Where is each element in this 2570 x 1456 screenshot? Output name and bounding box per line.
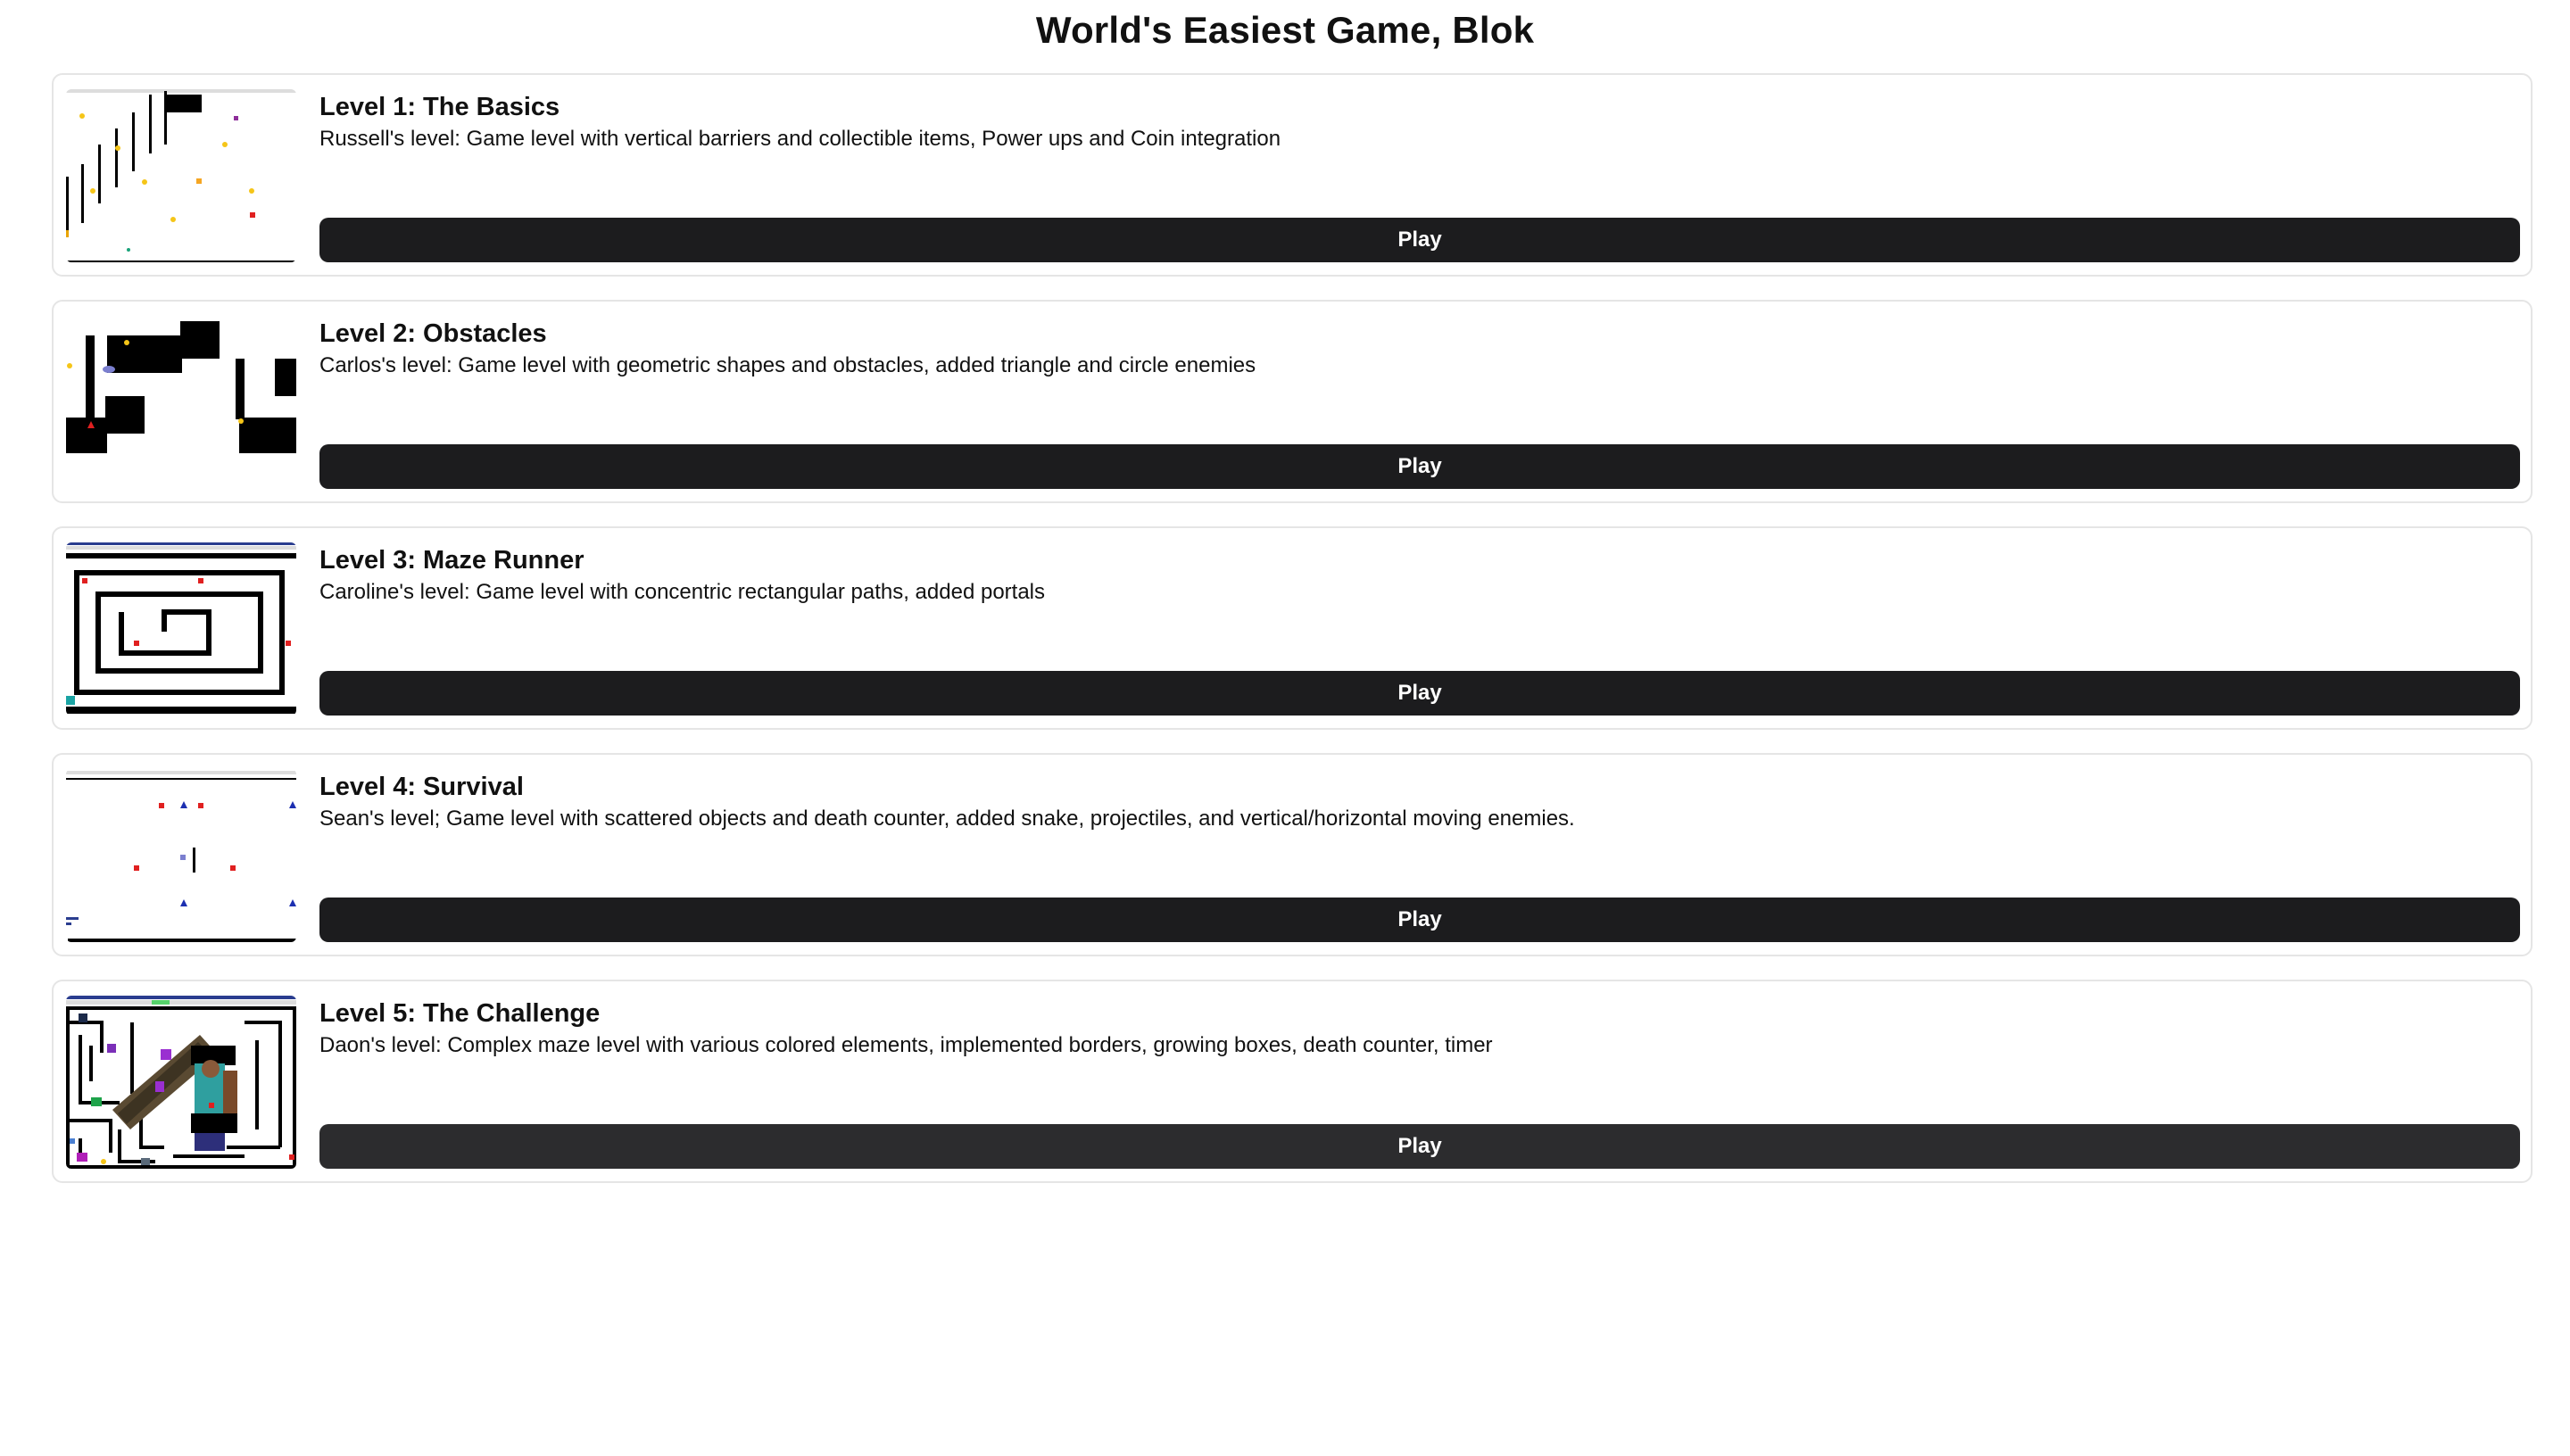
level-card-1: Level 1: The Basics Russell's level: Gam… <box>52 73 2533 277</box>
level-5-preview-image <box>66 996 296 1169</box>
level-5-play-button[interactable]: Play <box>319 1124 2520 1169</box>
level-4-description: Sean's level; Game level with scattered … <box>319 807 1575 831</box>
level-card-2: Level 2: Obstacles Carlos's level: Game … <box>52 300 2533 503</box>
level-3-thumbnail <box>66 542 296 716</box>
level-4-play-button[interactable]: Play <box>319 898 2520 942</box>
level-2-preview-image <box>66 316 296 489</box>
level-3-title: Level 3: Maze Runner <box>319 546 584 575</box>
level-2-thumbnail <box>66 316 296 489</box>
level-list: Level 1: The Basics Russell's level: Gam… <box>52 73 2533 1206</box>
level-1-play-button[interactable]: Play <box>319 218 2520 262</box>
level-4-title: Level 4: Survival <box>319 773 524 801</box>
level-1-thumbnail <box>66 89 296 262</box>
level-2-play-button[interactable]: Play <box>319 444 2520 489</box>
level-card-3: Level 3: Maze Runner Caroline's level: G… <box>52 526 2533 730</box>
level-2-title: Level 2: Obstacles <box>319 319 547 348</box>
level-5-description: Daon's level: Complex maze level with va… <box>319 1033 1493 1057</box>
level-1-title: Level 1: The Basics <box>319 93 560 121</box>
level-5-thumbnail <box>66 996 296 1169</box>
level-3-description: Caroline's level: Game level with concen… <box>319 580 1045 604</box>
level-card-4: Level 4: Survival Sean's level; Game lev… <box>52 753 2533 956</box>
level-5-title: Level 5: The Challenge <box>319 999 601 1028</box>
level-2-description: Carlos's level: Game level with geometri… <box>319 353 1256 377</box>
level-4-preview-image <box>66 769 296 942</box>
level-1-preview-image <box>66 89 296 262</box>
level-4-thumbnail <box>66 769 296 942</box>
level-3-preview-image <box>66 542 296 716</box>
level-1-description: Russell's level: Game level with vertica… <box>319 127 1281 151</box>
page-title: World's Easiest Game, Blok <box>1035 9 1535 51</box>
level-3-play-button[interactable]: Play <box>319 671 2520 716</box>
level-card-5: Level 5: The Challenge Daon's level: Com… <box>52 980 2533 1183</box>
